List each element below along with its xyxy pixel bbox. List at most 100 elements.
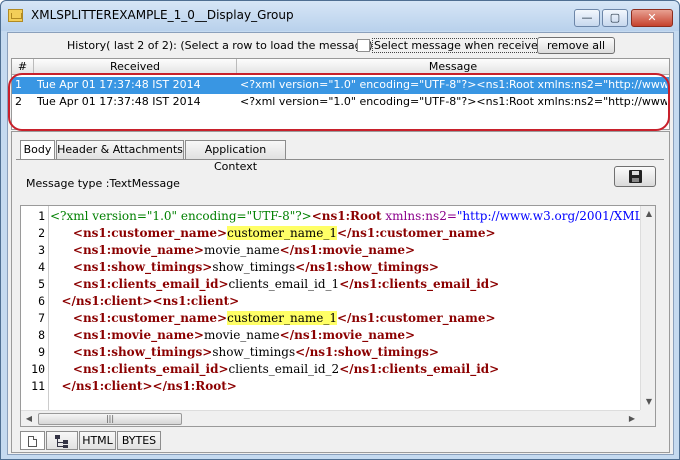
row-message: <?xml version="1.0" encoding="UTF-8"?><n… — [240, 95, 667, 108]
xml-text-value: movie_name — [203, 243, 280, 257]
row-received: Tue Apr 01 17:37:48 IST 2014 — [37, 95, 201, 108]
row-number: 1 — [15, 78, 22, 91]
xml-tag: <ns1:client> — [152, 294, 240, 308]
maximize-button[interactable]: ▢ — [602, 9, 628, 27]
row-number: 2 — [15, 95, 22, 108]
xml-text-value: customer_name_1 — [227, 311, 337, 325]
line-number: 10 — [31, 362, 45, 376]
tab-application-context[interactable]: Application Context — [185, 140, 286, 173]
xml-tag: </ns1:movie_name> — [279, 328, 416, 342]
code-line: <ns1:movie_name>movie_name</ns1:movie_na… — [50, 327, 415, 344]
xml-tag: <ns1:Root — [311, 209, 382, 223]
line-number: 4 — [38, 260, 45, 274]
tab-bytes[interactable]: BYTES — [117, 431, 161, 450]
code-line: <ns1:show_timings>show_timings</ns1:show… — [50, 259, 439, 276]
xml-attribute-value: "http://www.w3.org/2001/XML — [456, 209, 640, 223]
scroll-thumb[interactable]: ||| — [38, 413, 182, 425]
xml-tag: </ns1:clients_email_id> — [339, 362, 500, 376]
select-when-received-label[interactable]: Select message when received — [372, 38, 547, 53]
code-line: </ns1:client><ns1:client> — [50, 293, 239, 310]
title-bar[interactable]: XMLSPLITTEREXAMPLE_1_0__Display_Group — … — [1, 1, 679, 31]
xml-text-value: show_timings — [212, 260, 296, 274]
xml-tag: <ns1:customer_name> — [72, 311, 228, 325]
message-type-label: Message type :TextMessage — [26, 177, 180, 190]
xml-tag: <ns1:show_timings> — [72, 260, 213, 274]
line-number: 5 — [38, 277, 45, 291]
tab-header-attachments[interactable]: Header & Attachments — [56, 140, 184, 159]
horizontal-scrollbar[interactable]: ◀ ||| ▶ — [21, 410, 640, 426]
code-line: <?xml version="1.0" encoding="UTF-8"?><n… — [50, 208, 640, 225]
row-message: <?xml version="1.0" encoding="UTF-8"?><n… — [240, 78, 667, 91]
save-button[interactable] — [614, 166, 656, 187]
window-title: XMLSPLITTEREXAMPLE_1_0__Display_Group — [31, 8, 294, 22]
xml-tag: </ns1:client> — [61, 294, 153, 308]
xml-text-value: clients_email_id_1 — [228, 277, 340, 291]
xml-editor[interactable]: 1 2 3 4 5 6 7 8 9 10 11 <?xml version="1.0" encodi… — [20, 205, 656, 427]
app-window: XMLSPLITTEREXAMPLE_1_0__Display_Group — … — [0, 0, 680, 460]
tab-tree-view[interactable] — [46, 431, 78, 450]
history-bar: History( last 2 of 2): (Select a row to … — [8, 33, 673, 57]
xml-tag: </ns1:customer_name> — [336, 226, 496, 240]
xml-tag: <ns1:movie_name> — [72, 243, 204, 257]
code-line: <ns1:movie_name>movie_name</ns1:movie_na… — [50, 242, 415, 259]
xml-declaration: <?xml version="1.0" encoding="UTF-8"?> — [50, 209, 312, 223]
line-number: 2 — [38, 226, 45, 240]
xml-tag: </ns1:client> — [61, 379, 153, 393]
scroll-corner — [640, 410, 655, 426]
body-tab-content: Message type :TextMessage 1 2 3 4 5 6 7 8 9 10 11 … — [16, 159, 664, 450]
scroll-right-icon[interactable]: ▶ — [624, 411, 640, 426]
scroll-up-icon[interactable]: ▲ — [641, 206, 655, 222]
xml-tag: </ns1:Root> — [152, 379, 237, 393]
line-number-gutter: 1 2 3 4 5 6 7 8 9 10 11 — [21, 206, 49, 410]
column-header-message[interactable]: Message — [237, 59, 669, 75]
table-header: # Received Message — [12, 59, 669, 75]
vertical-scrollbar[interactable]: ▲ ▼ — [640, 206, 655, 410]
remove-all-button[interactable]: remove all — [537, 37, 615, 54]
xml-tag: </ns1:customer_name> — [336, 311, 496, 325]
tab-text-view[interactable] — [20, 431, 45, 450]
line-number: 7 — [38, 311, 45, 325]
table-row[interactable]: 1 Tue Apr 01 17:37:48 IST 2014 <?xml ver… — [12, 77, 669, 94]
tab-html[interactable]: HTML — [79, 431, 116, 450]
xml-tag: </ns1:clients_email_id> — [339, 277, 500, 291]
code-area[interactable]: <?xml version="1.0" encoding="UTF-8"?><n… — [50, 206, 640, 410]
xml-tag: </ns1:movie_name> — [279, 243, 416, 257]
code-line: <ns1:customer_name>customer_name_1</ns1:… — [50, 225, 496, 242]
line-number: 8 — [38, 328, 45, 342]
select-when-received-checkbox[interactable] — [357, 39, 370, 52]
xml-text-value: customer_name_1 — [227, 226, 337, 240]
line-number: 6 — [38, 294, 45, 308]
tab-body[interactable]: Body — [20, 140, 55, 160]
history-label: History( last 2 of 2): (Select a row to … — [67, 39, 373, 52]
xml-tag: <ns1:clients_email_id> — [72, 277, 229, 291]
xml-text-value: clients_email_id_2 — [228, 362, 340, 376]
xml-tag: </ns1:show_timings> — [295, 260, 439, 274]
xml-attribute: xmlns:ns2= — [381, 209, 457, 223]
table-row[interactable]: 2 Tue Apr 01 17:37:48 IST 2014 <?xml ver… — [12, 94, 669, 111]
code-line: <ns1:customer_name>customer_name_1</ns1:… — [50, 310, 496, 327]
document-icon — [28, 436, 37, 447]
code-line: <ns1:show_timings>show_timings</ns1:show… — [50, 344, 439, 361]
xml-tag: <ns1:show_timings> — [72, 345, 213, 359]
minimize-button[interactable]: — — [574, 9, 600, 27]
line-number: 9 — [38, 345, 45, 359]
code-line: </ns1:client></ns1:Root> — [50, 378, 237, 395]
code-line: <ns1:clients_email_id>clients_email_id_1… — [50, 276, 499, 293]
xml-tag: <ns1:movie_name> — [72, 328, 204, 342]
scroll-left-icon[interactable]: ◀ — [21, 411, 37, 426]
xml-tag: <ns1:clients_email_id> — [72, 362, 229, 376]
column-header-number[interactable]: # — [12, 59, 34, 75]
close-button[interactable]: ✕ — [631, 9, 673, 27]
row-received: Tue Apr 01 17:37:48 IST 2014 — [37, 78, 201, 91]
line-number: 11 — [31, 379, 45, 393]
column-header-received[interactable]: Received — [34, 59, 237, 75]
scroll-down-icon[interactable]: ▼ — [641, 394, 655, 410]
